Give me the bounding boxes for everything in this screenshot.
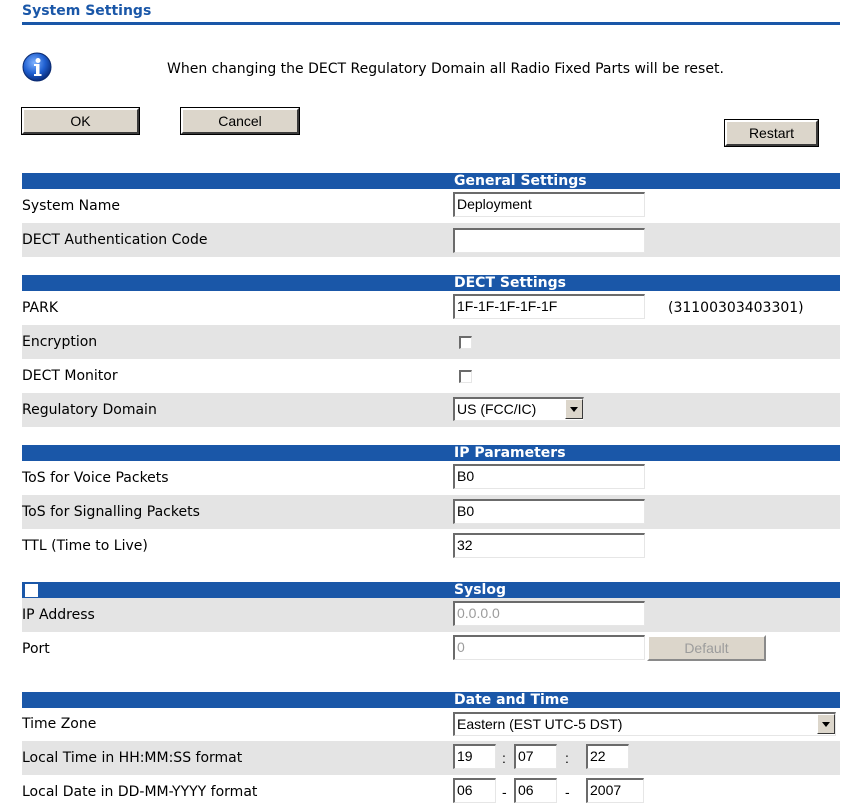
ok-button[interactable]: OK [21,107,140,135]
syslog-enable-checkbox[interactable] [25,584,38,597]
restart-button[interactable]: Restart [724,119,819,147]
row-tos-voice: ToS for Voice Packets B0 [22,461,840,495]
encryption-label: Encryption [22,334,98,350]
section-title: Date and Time [454,692,569,708]
park-label: PARK [22,300,59,316]
year-input[interactable]: 2007 [586,778,644,803]
park-input[interactable]: 1F-1F-1F-1F-1F [453,294,645,319]
ttl-label: TTL (Time to Live) [22,538,148,554]
row-local-time: Local Time in HH:MM:SS format 19 : 07 : … [22,741,840,775]
ttl-input[interactable]: 32 [453,533,645,558]
time-separator: : [565,750,569,766]
row-time-zone: Time Zone Eastern (EST UTC-5 DST) [22,708,840,741]
section-header: Syslog [22,582,840,598]
syslog-section: Syslog IP Address 0.0.0.0 Port 0 Default [22,582,840,666]
dect-monitor-label: DECT Monitor [22,368,118,384]
time-zone-value: Eastern (EST UTC-5 DST) [457,716,623,732]
second-input[interactable]: 22 [586,744,629,769]
row-tos-signalling: ToS for Signalling Packets B0 [22,495,840,529]
row-regulatory-domain: Regulatory Domain US (FCC/IC) [22,393,840,427]
regulatory-domain-label: Regulatory Domain [22,402,157,418]
dect-monitor-checkbox[interactable] [459,370,472,383]
section-title: General Settings [454,173,587,189]
section-title: IP Parameters [454,445,566,461]
auth-code-input[interactable] [453,228,645,253]
date-separator: - [502,784,507,800]
info-icon [22,52,52,82]
section-title: Syslog [454,582,506,598]
chevron-down-icon[interactable] [817,714,835,734]
tos-voice-input[interactable]: B0 [453,464,645,489]
minute-input[interactable]: 07 [514,744,557,769]
local-time-label: Local Time in HH:MM:SS format [22,750,243,766]
section-title: DECT Settings [454,275,566,291]
chevron-down-icon[interactable] [565,399,583,419]
row-syslog-ip: IP Address 0.0.0.0 [22,598,840,632]
section-header: Date and Time [22,692,840,708]
syslog-port-input[interactable]: 0 [453,635,645,660]
section-header: IP Parameters [22,445,840,461]
tos-voice-label: ToS for Voice Packets [22,470,169,486]
section-header: General Settings [22,173,840,189]
info-message: When changing the DECT Regulatory Domain… [167,61,724,77]
row-dect-monitor: DECT Monitor [22,359,840,393]
day-input[interactable]: 06 [453,778,496,803]
page-title: System Settings [22,3,840,25]
syslog-ip-label: IP Address [22,607,95,623]
general-settings-section: General Settings System Name Deployment … [22,173,840,257]
row-ttl: TTL (Time to Live) 32 [22,529,840,563]
date-time-section: Date and Time Time Zone Eastern (EST UTC… [22,692,840,809]
time-zone-select[interactable]: Eastern (EST UTC-5 DST) [453,712,836,736]
row-auth-code: DECT Authentication Code [22,223,840,257]
local-date-label: Local Date in DD-MM-YYYY format [22,784,258,800]
system-name-label: System Name [22,198,120,214]
syslog-port-label: Port [22,641,50,657]
regulatory-domain-select[interactable]: US (FCC/IC) [453,397,584,421]
park-code: (31100303403301) [668,300,804,316]
default-button[interactable]: Default [647,635,766,661]
section-header: DECT Settings [22,275,840,291]
date-separator: - [565,784,570,800]
ip-parameters-section: IP Parameters ToS for Voice Packets B0 T… [22,445,840,563]
row-encryption: Encryption [22,325,840,359]
month-input[interactable]: 06 [514,778,557,803]
row-park: PARK 1F-1F-1F-1F-1F (31100303403301) [22,291,840,325]
syslog-ip-input[interactable]: 0.0.0.0 [453,601,645,626]
row-syslog-port: Port 0 Default [22,632,840,666]
auth-code-label: DECT Authentication Code [22,232,208,248]
encryption-checkbox[interactable] [459,336,472,349]
time-separator: : [502,750,506,766]
cancel-button[interactable]: Cancel [180,107,300,135]
hour-input[interactable]: 19 [453,744,496,769]
time-zone-label: Time Zone [22,716,97,732]
system-name-input[interactable]: Deployment [453,192,645,217]
tos-signalling-input[interactable]: B0 [453,499,645,524]
dect-settings-section: DECT Settings PARK 1F-1F-1F-1F-1F (31100… [22,275,840,427]
tos-signalling-label: ToS for Signalling Packets [22,504,200,520]
regulatory-domain-value: US (FCC/IC) [457,401,537,417]
row-local-date: Local Date in DD-MM-YYYY format 06 - 06 … [22,775,840,809]
row-system-name: System Name Deployment [22,189,840,223]
